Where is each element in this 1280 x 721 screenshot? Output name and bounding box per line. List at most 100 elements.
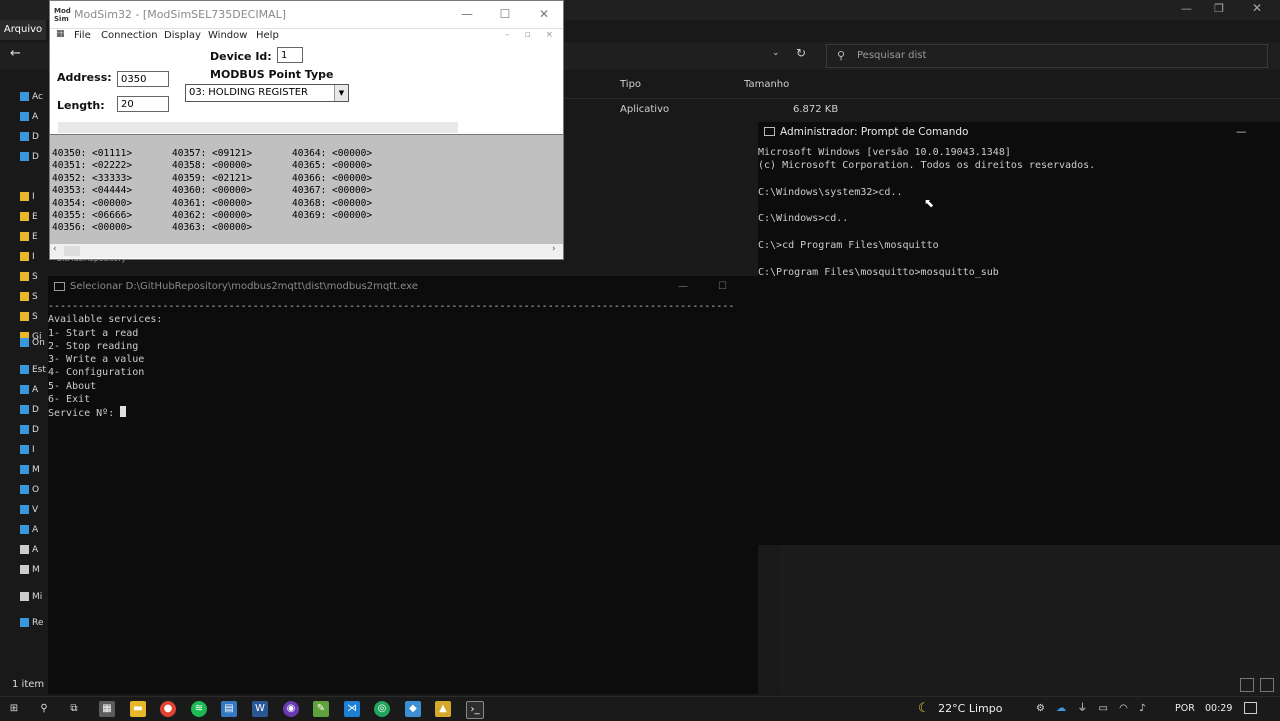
register-value[interactable]: 40359: <02121> — [172, 173, 252, 185]
volume-icon[interactable]: ♪ — [1139, 703, 1145, 714]
sidebar-item[interactable]: Ac — [20, 92, 46, 106]
sidebar-item[interactable]: S — [20, 292, 46, 306]
sidebar-item[interactable]: I — [20, 252, 46, 266]
calculator-icon[interactable]: ▦ — [99, 701, 115, 717]
sidebar-item[interactable]: Esta — [20, 365, 46, 379]
sidebar-item[interactable]: E — [20, 232, 46, 246]
sidebar-item[interactable]: S — [20, 272, 46, 286]
register-value[interactable]: 40369: <00000> — [292, 210, 372, 222]
list-item[interactable]: Aplicativo 6.872 KB — [560, 100, 1280, 120]
menu-connection[interactable]: Connection — [101, 30, 158, 41]
register-value[interactable]: 40368: <00000> — [292, 198, 372, 210]
file-explorer-icon[interactable]: ▬ — [130, 701, 146, 717]
word-icon[interactable]: W — [252, 701, 268, 717]
sidebar-item[interactable]: D — [20, 132, 46, 146]
scroll-right-icon[interactable]: › — [552, 244, 556, 254]
address-field[interactable]: 0350 — [117, 71, 169, 87]
sidebar-item[interactable]: S — [20, 312, 46, 326]
back-arrow-icon[interactable]: ← — [10, 46, 21, 61]
notifications-icon[interactable] — [1244, 702, 1257, 714]
register-value[interactable]: 40352: <33333> — [52, 173, 132, 185]
wifi-icon[interactable]: ◠ — [1119, 703, 1128, 714]
sidebar-item[interactable]: A — [20, 545, 46, 559]
column-tipo[interactable]: Tipo — [620, 72, 641, 98]
register-value[interactable]: 40361: <00000> — [172, 198, 252, 210]
sidebar-item[interactable]: V — [20, 505, 46, 519]
usb-icon[interactable]: ⏚ — [1077, 703, 1087, 714]
app-icon[interactable]: ▤ — [221, 701, 237, 717]
yellow-app-icon[interactable]: ▲ — [435, 701, 451, 717]
chrome-icon[interactable]: ● — [160, 701, 176, 717]
register-value[interactable]: 40367: <00000> — [292, 185, 372, 197]
clock[interactable]: 00:29 — [1205, 697, 1232, 721]
register-value[interactable]: 40366: <00000> — [292, 173, 372, 185]
mdi-child-icon[interactable]: ▦ — [56, 29, 65, 39]
network-icon[interactable]: ▭ — [1099, 703, 1108, 714]
sidebar-item[interactable]: I — [20, 192, 46, 206]
register-value[interactable]: 40358: <00000> — [172, 160, 252, 172]
console-prompt-line[interactable]: Service Nº: — [48, 406, 748, 420]
register-value[interactable]: 40353: <04444> — [52, 185, 132, 197]
menu-display[interactable]: Display — [164, 30, 201, 41]
sidebar-item[interactable]: A — [20, 385, 46, 399]
scroll-left-icon[interactable]: ‹ — [53, 244, 57, 254]
minimize-icon[interactable]: — — [1236, 122, 1247, 142]
register-value[interactable]: 40356: <00000> — [52, 222, 132, 234]
dropdown-arrow-icon[interactable]: ▼ — [334, 85, 348, 101]
sidebar-item[interactable]: O — [20, 485, 46, 499]
spotify-icon[interactable]: ≋ — [191, 701, 207, 717]
sidebar-item[interactable]: M — [20, 565, 46, 579]
weather-widget[interactable]: ☾ 22°C Limpo — [918, 697, 1002, 721]
start-windows-icon[interactable]: ⊞ — [6, 701, 22, 717]
onedrive-icon[interactable]: ☁ — [1056, 703, 1066, 714]
device-id-field[interactable]: 1 — [277, 47, 303, 63]
register-value[interactable]: 40362: <00000> — [172, 210, 252, 222]
column-tamanho[interactable]: Tamanho — [744, 72, 789, 98]
register-value[interactable]: 40365: <00000> — [292, 160, 372, 172]
mdi-window-controls[interactable]: – ▫ × — [505, 30, 559, 40]
register-value[interactable]: 40355: <06666> — [52, 210, 132, 222]
language-indicator[interactable]: POR — [1175, 697, 1195, 721]
refresh-icon[interactable]: ↻ — [796, 46, 806, 60]
console-output[interactable]: ----------------------------------------… — [48, 300, 748, 421]
maximize-icon[interactable]: ☐ — [718, 276, 727, 298]
search-icon[interactable]: ⚲ — [36, 701, 52, 717]
sidebar-item[interactable]: On — [20, 338, 46, 352]
register-value[interactable]: 40360: <00000> — [172, 185, 252, 197]
close-icon[interactable]: ✕ — [525, 1, 563, 28]
register-value[interactable]: 40363: <00000> — [172, 222, 252, 234]
maximize-icon[interactable]: ❐ — [1214, 2, 1224, 15]
point-type-select[interactable]: 03: HOLDING REGISTER ▼ — [185, 84, 349, 102]
scroll-thumb[interactable] — [64, 246, 80, 256]
menu-arquivo[interactable]: Arquivo — [0, 20, 46, 40]
chevron-down-icon[interactable]: ⌄ — [772, 48, 780, 58]
sidebar-item[interactable]: D — [20, 152, 46, 166]
menu-file[interactable]: File — [74, 30, 91, 41]
app-circle-icon[interactable]: ◉ — [283, 701, 299, 717]
sidebar-item[interactable]: D — [20, 405, 46, 419]
sidebar-item[interactable]: A — [20, 525, 46, 539]
cmd-output[interactable]: Microsoft Windows [versão 10.0.19043.134… — [758, 146, 1278, 279]
blue-app-icon[interactable]: ◆ — [405, 701, 421, 717]
sidebar-item[interactable]: E — [20, 212, 46, 226]
green-app-icon[interactable]: ◎ — [374, 701, 390, 717]
minimize-icon[interactable]: — — [1181, 2, 1192, 15]
vscode-icon[interactable]: ⋊ — [344, 701, 360, 717]
maximize-icon[interactable]: ☐ — [486, 1, 524, 28]
close-icon[interactable]: ✕ — [1252, 1, 1262, 15]
register-value[interactable]: 40354: <00000> — [52, 198, 132, 210]
details-view-icon[interactable] — [1240, 678, 1254, 692]
sidebar-item[interactable]: I — [20, 445, 46, 459]
menu-help[interactable]: Help — [256, 30, 279, 41]
sidebar-item[interactable]: D — [20, 425, 46, 439]
register-value[interactable]: 40357: <09121> — [172, 148, 252, 160]
minimize-icon[interactable]: — — [448, 1, 486, 28]
sidebar-item[interactable]: Re — [20, 618, 46, 632]
sidebar-item[interactable]: A — [20, 112, 46, 126]
notepad-plus-icon[interactable]: ✎ — [313, 701, 329, 717]
register-value[interactable]: 40350: <01111> — [52, 148, 132, 160]
length-field[interactable]: 20 — [117, 96, 169, 112]
horizontal-scrollbar[interactable]: ‹ › — [50, 244, 563, 258]
search-input[interactable]: ⚲ Pesquisar dist — [826, 44, 1268, 68]
register-value[interactable]: 40351: <02222> — [52, 160, 132, 172]
